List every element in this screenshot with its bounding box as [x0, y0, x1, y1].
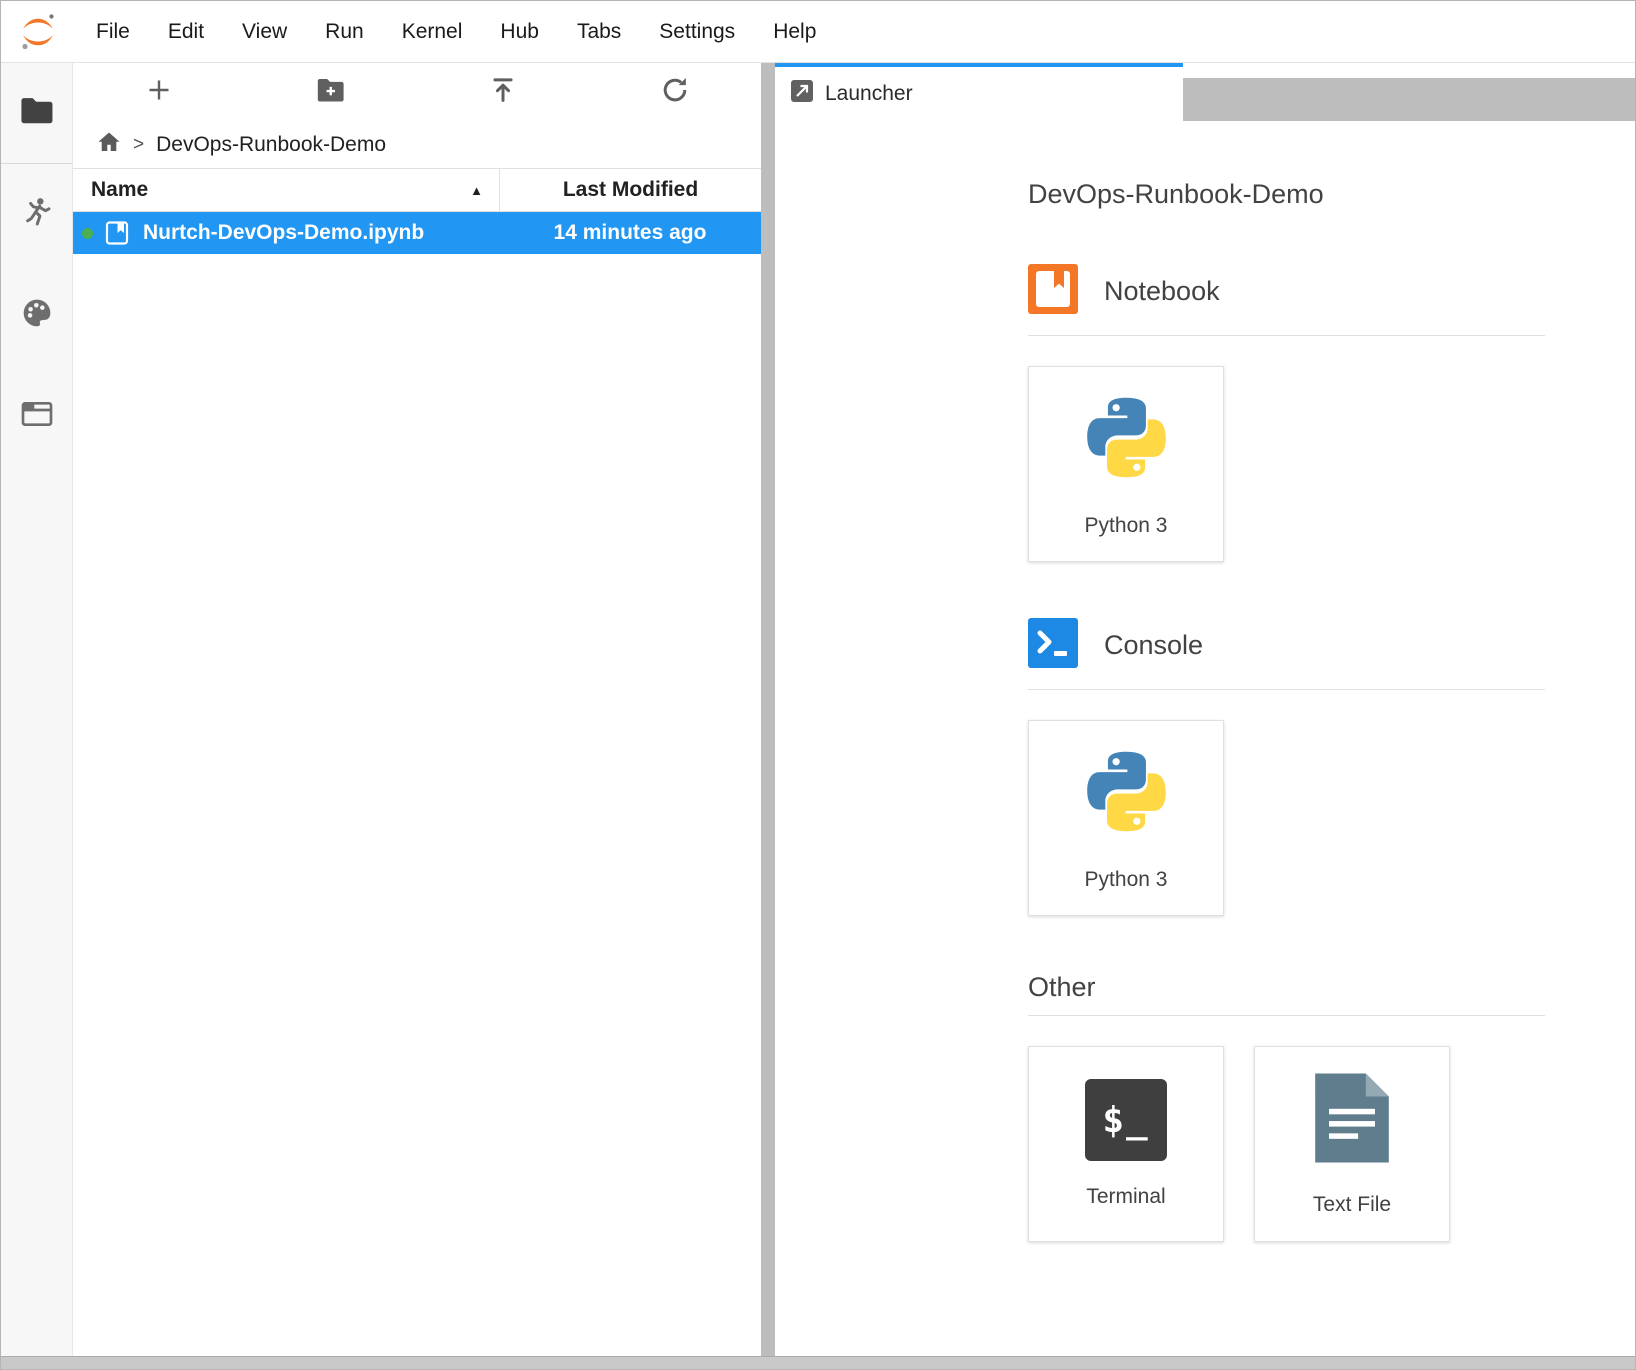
sort-ascending-icon: ▲: [470, 183, 483, 198]
console-cards: Python 3: [1028, 720, 1545, 916]
panel-splitter[interactable]: [761, 63, 775, 1356]
new-launcher-button[interactable]: [73, 63, 245, 121]
menu-file[interactable]: File: [77, 20, 149, 44]
tabs-icon: [21, 400, 53, 433]
left-sidebar: [1, 63, 73, 1356]
section-divider: [1028, 689, 1545, 690]
new-folder-button[interactable]: [245, 63, 417, 121]
launcher-card-notebook-python3[interactable]: Python 3: [1028, 366, 1224, 562]
launcher-tab-icon: [791, 80, 813, 108]
kernel-running-dot: [82, 228, 93, 239]
notebook-cards: Python 3: [1028, 366, 1545, 562]
column-header-name[interactable]: Name ▲: [73, 169, 499, 211]
sidebar-item-files[interactable]: [1, 63, 72, 164]
file-list-header: Name ▲ Last Modified: [73, 168, 761, 212]
file-last-modified: 14 minutes ago: [499, 221, 761, 245]
menu-help[interactable]: Help: [754, 20, 835, 44]
menu-edit[interactable]: Edit: [149, 20, 223, 44]
other-cards: $_ Terminal: [1028, 1046, 1545, 1242]
launcher-cwd-title: DevOps-Runbook-Demo: [1028, 179, 1545, 210]
menu-hub[interactable]: Hub: [481, 20, 558, 44]
card-label-text-file: Text File: [1313, 1193, 1391, 1217]
tab-launcher[interactable]: Launcher: [775, 63, 1183, 121]
jupyter-logo-icon: [15, 9, 61, 55]
name-column-label: Name: [91, 178, 148, 202]
new-folder-icon: [316, 76, 346, 108]
file-browser-toolbar: [73, 63, 761, 121]
section-label-other: Other: [1028, 972, 1096, 1003]
dock-tab-bar: Launcher: [775, 63, 1635, 121]
menu-kernel[interactable]: Kernel: [383, 20, 482, 44]
section-divider: [1028, 335, 1545, 336]
notebook-file-icon: [104, 220, 130, 246]
python-logo-icon: [1079, 744, 1174, 844]
section-label-console: Console: [1104, 630, 1203, 661]
textfile-icon: [1312, 1072, 1392, 1169]
window-bottom-edge: [1, 1356, 1635, 1369]
section-label-notebook: Notebook: [1104, 276, 1220, 307]
sidebar-item-command-palette[interactable]: [1, 265, 72, 366]
launcher-section-notebook: Notebook: [1028, 264, 1545, 319]
menu-tabs[interactable]: Tabs: [558, 20, 640, 44]
breadcrumb: > DevOps-Runbook-Demo: [73, 121, 761, 168]
launcher-card-terminal[interactable]: $_ Terminal: [1028, 1046, 1224, 1242]
launcher-section-other: Other: [1028, 972, 1545, 1003]
folder-icon: [20, 96, 54, 130]
running-person-icon: [21, 196, 53, 233]
file-row-selected[interactable]: Nurtch-DevOps-Demo.ipynb 14 minutes ago: [73, 212, 761, 254]
card-label-terminal: Terminal: [1086, 1185, 1165, 1209]
console-icon: [1028, 618, 1078, 673]
sidebar-item-open-tabs[interactable]: [1, 366, 72, 467]
card-label-python3: Python 3: [1085, 868, 1168, 892]
plus-icon: [145, 76, 173, 109]
menu-settings[interactable]: Settings: [640, 20, 754, 44]
refresh-icon: [660, 75, 690, 110]
card-label-python3: Python 3: [1085, 514, 1168, 538]
last-modified-column-label: Last Modified: [563, 178, 698, 202]
refresh-button[interactable]: [589, 63, 761, 121]
file-name: Nurtch-DevOps-Demo.ipynb: [143, 221, 499, 245]
menu-view[interactable]: View: [223, 20, 306, 44]
section-divider: [1028, 1015, 1545, 1016]
launcher-tab-label: Launcher: [825, 82, 913, 106]
upload-button[interactable]: [417, 63, 589, 121]
python-logo-icon: [1079, 390, 1174, 490]
launcher-panel: DevOps-Runbook-Demo Notebook: [775, 121, 1635, 1356]
launcher-section-console: Console: [1028, 618, 1545, 673]
main-dock-panel: Launcher DevOps-Runbook-Demo: [775, 63, 1635, 1356]
notebook-icon: [1028, 264, 1078, 319]
breadcrumb-current-folder[interactable]: DevOps-Runbook-Demo: [156, 133, 386, 157]
workspace: > DevOps-Runbook-Demo Name ▲ Last Modifi…: [1, 63, 1635, 1356]
jupyterlab-window: File Edit View Run Kernel Hub Tabs Setti…: [0, 0, 1636, 1370]
column-header-last-modified[interactable]: Last Modified: [499, 169, 761, 211]
menu-run[interactable]: Run: [306, 20, 383, 44]
terminal-icon: $_: [1085, 1079, 1167, 1161]
sidebar-item-running[interactable]: [1, 164, 72, 265]
breadcrumb-separator: >: [133, 134, 144, 156]
launcher-card-console-python3[interactable]: Python 3: [1028, 720, 1224, 916]
tab-bar-empty-area: [1183, 78, 1635, 121]
upload-icon: [488, 75, 518, 110]
file-browser-panel: > DevOps-Runbook-Demo Name ▲ Last Modifi…: [73, 63, 761, 1356]
home-icon[interactable]: [97, 131, 121, 159]
menu-bar: File Edit View Run Kernel Hub Tabs Setti…: [1, 1, 1635, 63]
palette-icon: [21, 297, 53, 334]
launcher-card-text-file[interactable]: Text File: [1254, 1046, 1450, 1242]
